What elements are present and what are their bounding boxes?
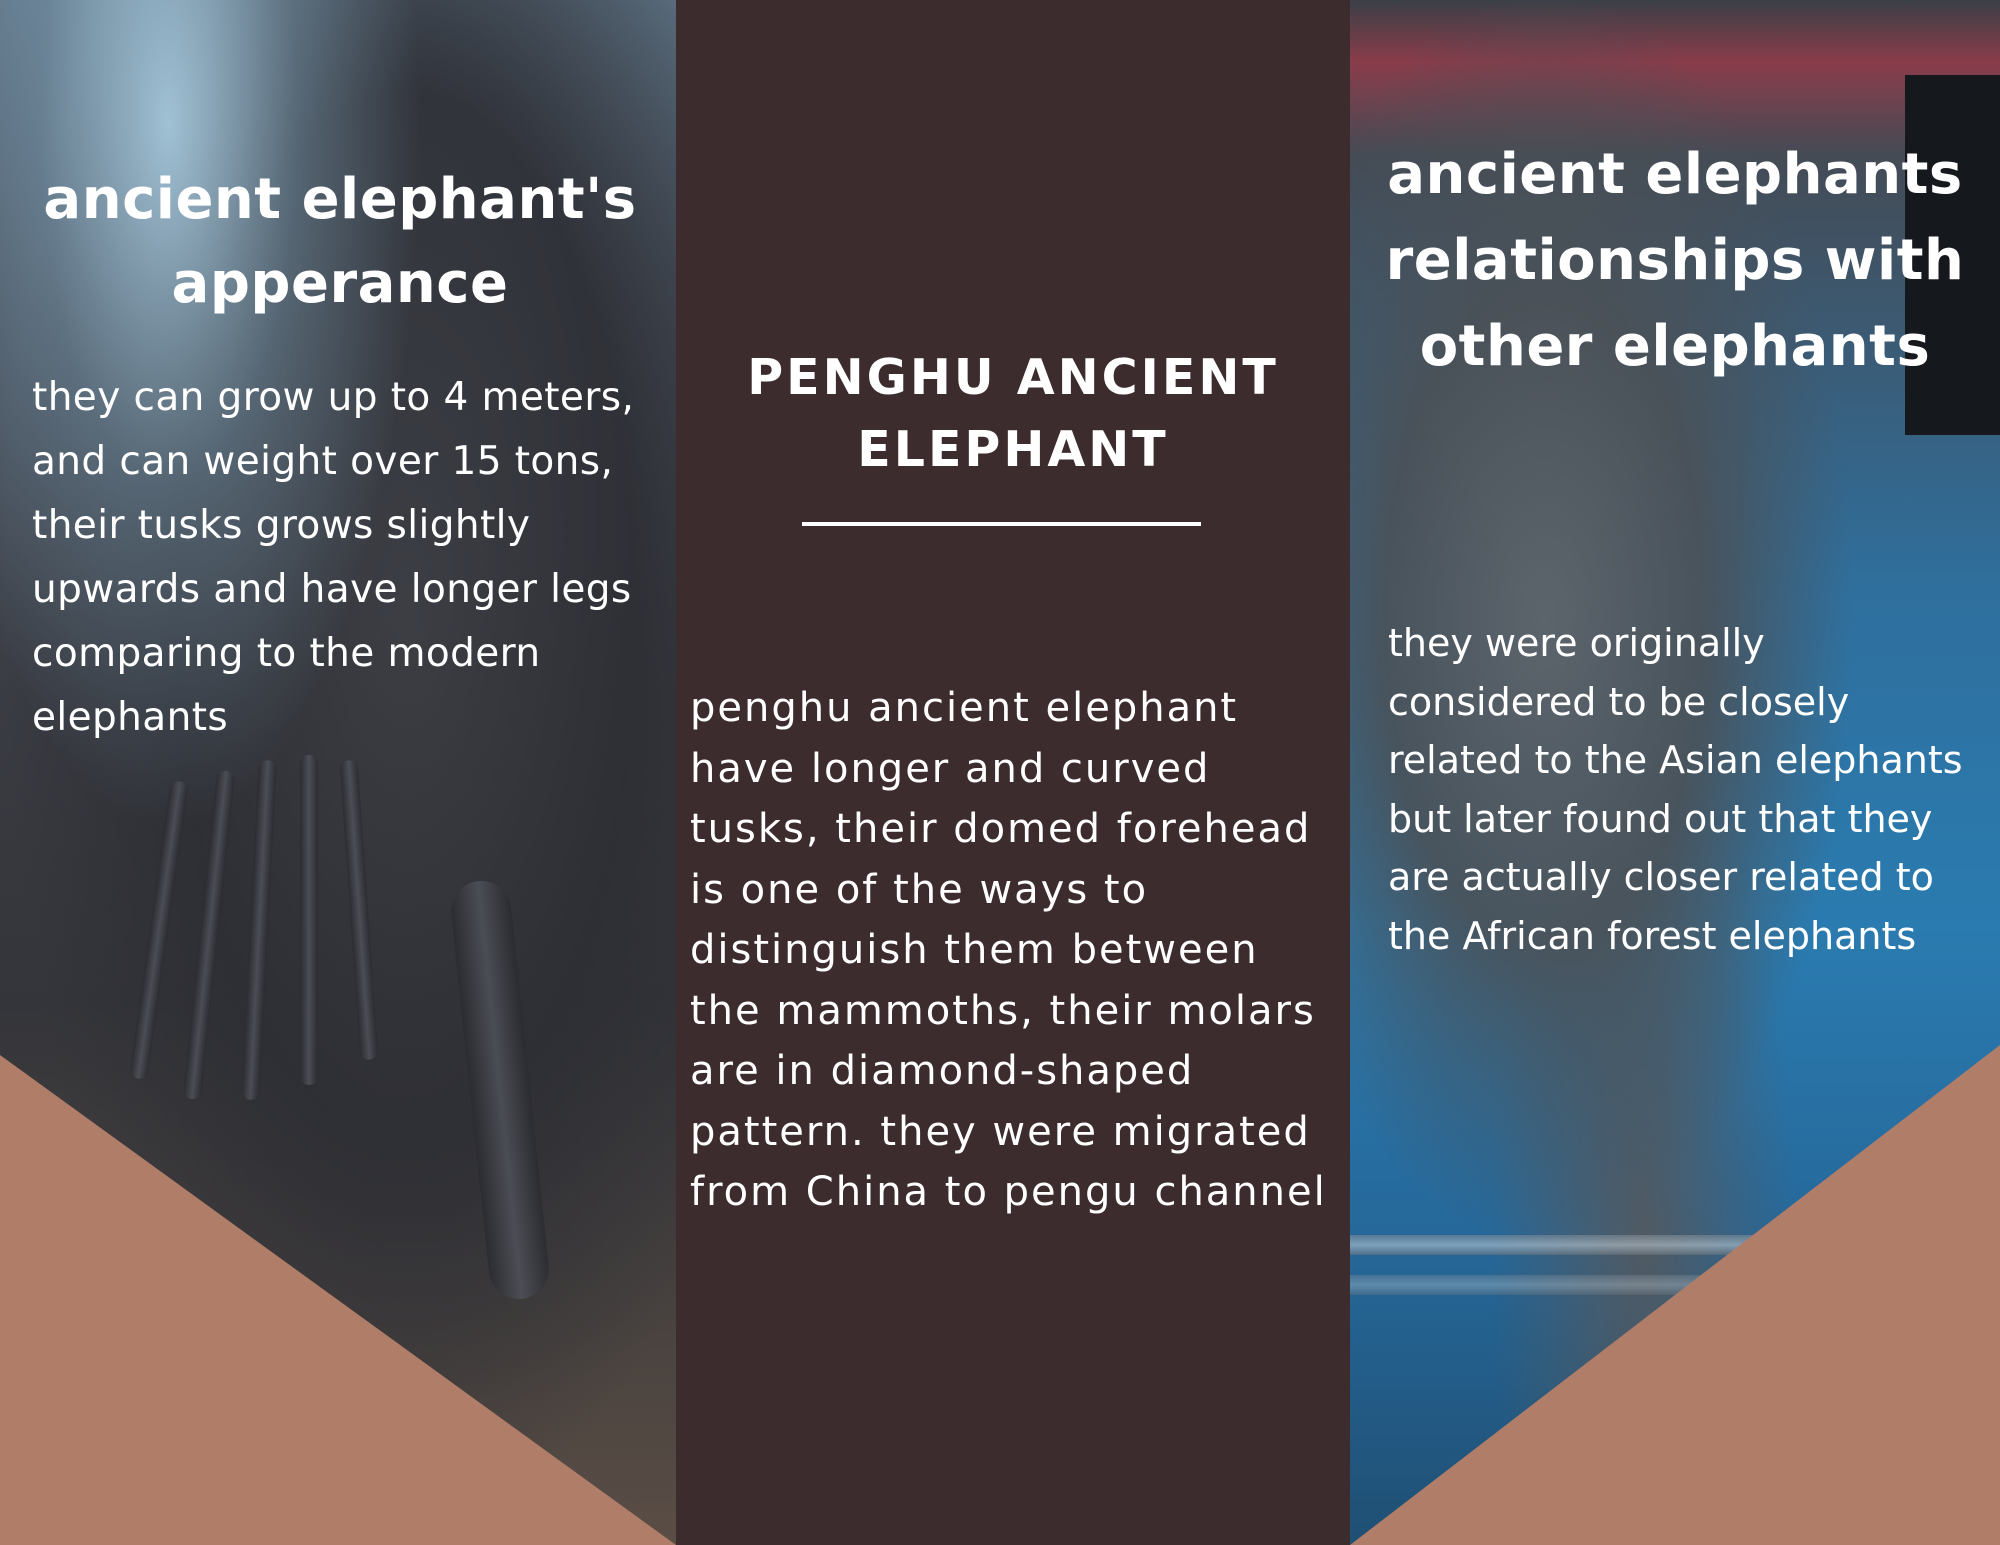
middle-body-text: penghu ancient elephant have longer and … (690, 685, 1327, 1215)
middle-title: PENGHU ANCIENT ELEPHANT (747, 349, 1279, 478)
left-heading: ancient elephant's apperance (43, 167, 637, 316)
title-divider (802, 522, 1201, 526)
right-heading: ancient elephants relationships with oth… (1385, 142, 1965, 379)
right-body-text: they were originally considered to be cl… (1388, 621, 1963, 958)
left-body-text: they can grow up to 4 meters, and can we… (32, 375, 635, 740)
brochure-page: ancient elephant's apperance they can gr… (0, 0, 2000, 1545)
